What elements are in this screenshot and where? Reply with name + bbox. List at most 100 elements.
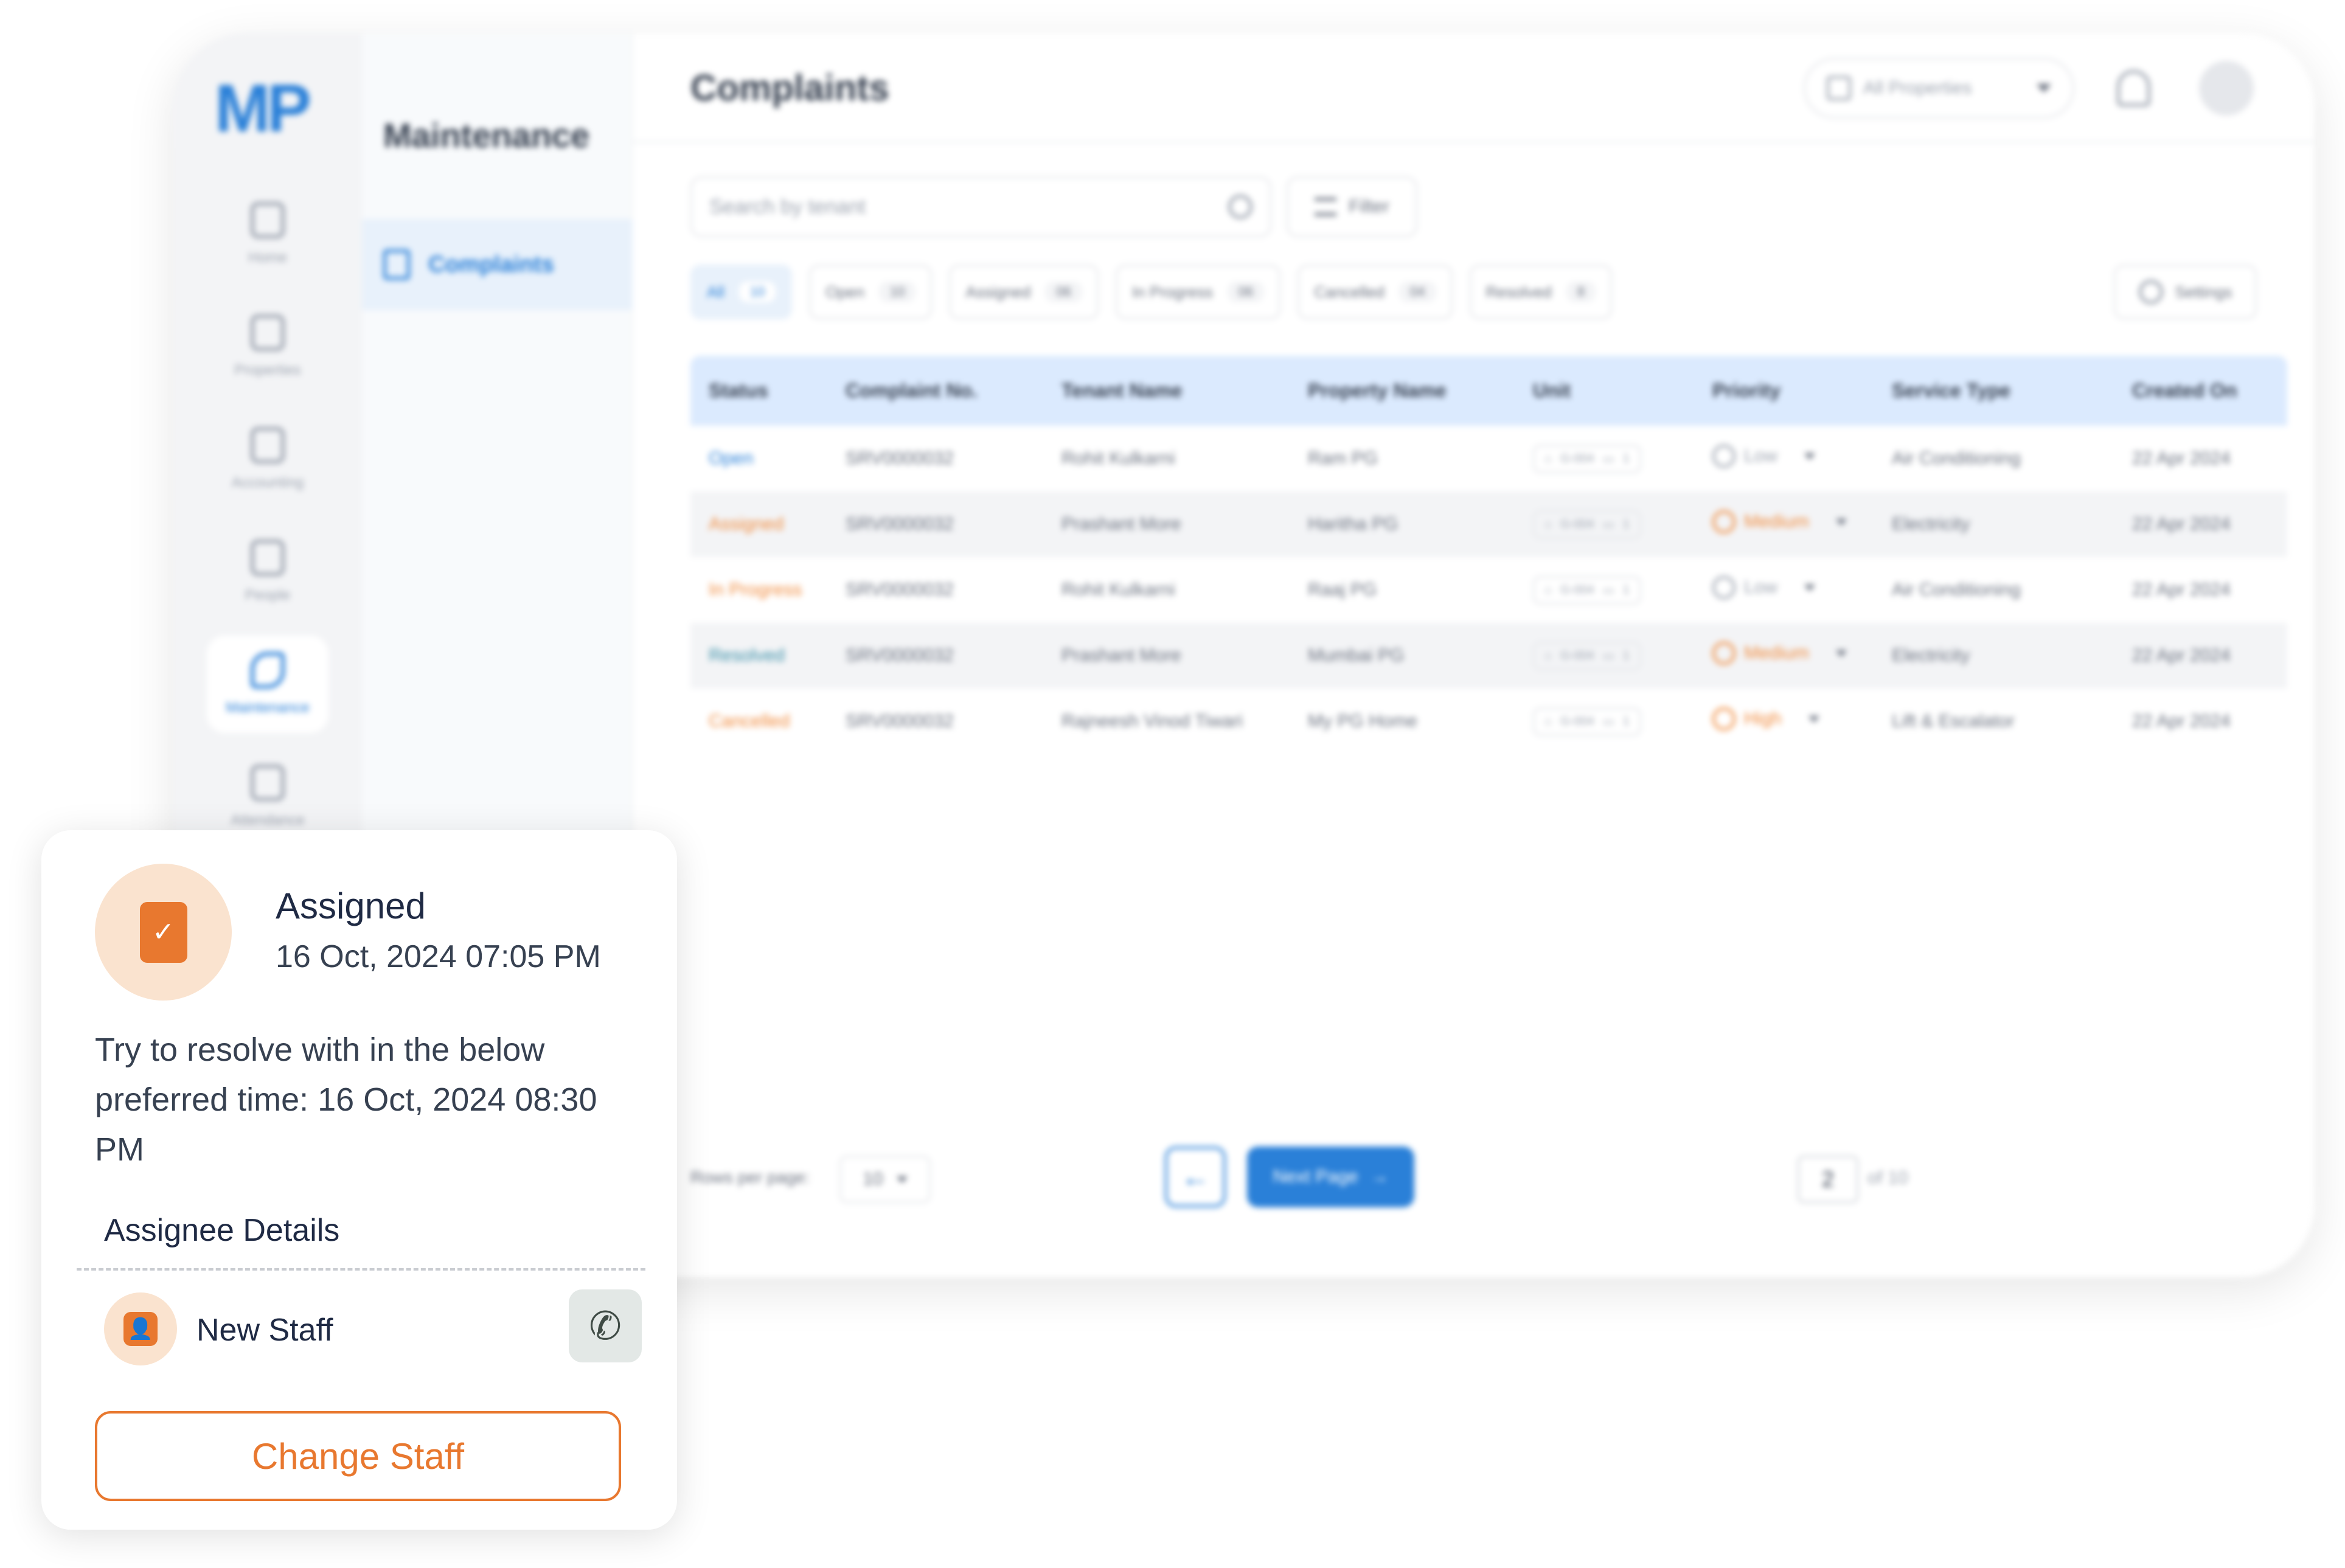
- column-header[interactable]: Unit: [1533, 380, 1712, 402]
- tab-label: Cancelled: [1314, 282, 1385, 301]
- unit-room: G-004: [1560, 583, 1594, 597]
- search-input[interactable]: Search by tenant: [690, 176, 1271, 237]
- priority-label: Medium: [1744, 643, 1809, 663]
- priority-icon: [1712, 642, 1735, 665]
- filter-button[interactable]: Filter: [1287, 176, 1417, 237]
- tenant-cell: Rajneesh Vinod Tiwari: [1061, 711, 1243, 731]
- rail-item-properties[interactable]: Properties: [207, 298, 328, 395]
- unit-bed: 1: [1622, 648, 1630, 662]
- avatar[interactable]: [2199, 61, 2254, 116]
- gear-icon: [2138, 280, 2163, 304]
- tab-label: In Progress: [1131, 282, 1213, 301]
- door-icon: ⌂: [1544, 714, 1552, 728]
- created-on-cell: 22 Apr 2024: [2132, 645, 2231, 665]
- unit-chip: ⌂ G-004 ▭ 1: [1533, 575, 1641, 605]
- status-title: Assigned: [276, 886, 426, 926]
- assignee-section-title: Assignee Details: [104, 1213, 340, 1248]
- tab-open[interactable]: Open 10: [809, 265, 933, 319]
- chevron-down-icon: [1835, 650, 1847, 657]
- created-on-cell: 22 Apr 2024: [2132, 711, 2231, 731]
- tab-assigned[interactable]: Assigned 06: [949, 265, 1099, 319]
- status-message: Try to resolve with in the below preferr…: [95, 1032, 597, 1168]
- table-row[interactable]: Resolved SRV0000032 Prashant More Mumbai PG…: [690, 623, 2287, 689]
- column-header[interactable]: Service Type: [1892, 380, 2132, 402]
- status-tabs: All 10 Open 10 Assigned 06 In Progress 06 Ca…: [690, 265, 1613, 319]
- table-row[interactable]: Assigned SRV0000032 Prashant More Haritha P…: [690, 491, 2287, 557]
- user-icon: 👤: [123, 1312, 158, 1346]
- rail-item-accounting[interactable]: Accounting: [207, 411, 328, 508]
- change-staff-button[interactable]: Change Staff: [95, 1411, 621, 1501]
- tenant-cell: Rohit Kulkarni: [1061, 448, 1175, 468]
- rows-per-page-label: Rows per page:: [690, 1168, 810, 1187]
- chevron-down-icon: [1835, 518, 1847, 526]
- door-icon: ⌂: [1544, 451, 1552, 465]
- created-on-cell: 22 Apr 2024: [2132, 448, 2231, 468]
- complaint-no-cell: SRV0000032: [846, 580, 954, 600]
- tab-label: Open: [825, 282, 864, 301]
- priority-cell[interactable]: Low: [1712, 576, 1892, 604]
- status-cell: In Progress: [709, 580, 802, 600]
- column-header[interactable]: Priority: [1712, 380, 1892, 402]
- call-button[interactable]: ✆: [569, 1289, 642, 1362]
- rail-item-home[interactable]: Home: [207, 186, 328, 283]
- property-select[interactable]: All Properties: [1804, 58, 2074, 119]
- unit-cell: ⌂ G-004 ▭ 1: [1533, 575, 1712, 605]
- property-cell: Haritha PG: [1308, 514, 1398, 534]
- table-row[interactable]: In Progress SRV0000032 Rohit Kulkarni Raaj …: [690, 557, 2287, 623]
- rows-per-page-value: 10: [863, 1169, 883, 1189]
- staff-name: New Staff: [196, 1313, 333, 1348]
- priority-cell[interactable]: Medium: [1712, 510, 1892, 538]
- settings-button[interactable]: Settings: [2114, 265, 2257, 319]
- search-placeholder: Search by tenant: [709, 195, 866, 218]
- rail-label: Home: [248, 249, 288, 266]
- bell-icon[interactable]: [2117, 70, 2150, 106]
- arrow-left-icon: ←: [1181, 1160, 1210, 1193]
- bed-icon: ▭: [1602, 715, 1614, 729]
- tab-cancelled[interactable]: Cancelled 04: [1298, 265, 1453, 319]
- column-header[interactable]: Property Name: [1308, 380, 1533, 402]
- bed-icon: ▭: [1602, 518, 1614, 532]
- table-row[interactable]: Cancelled SRV0000032 Rajneesh Vinod Tiwari…: [690, 689, 2287, 754]
- tab-all[interactable]: All 10: [690, 265, 793, 319]
- unit-chip: ⌂ G-004 ▭ 1: [1533, 510, 1641, 539]
- prev-page-button[interactable]: ←: [1165, 1147, 1226, 1207]
- unit-room: G-004: [1560, 714, 1594, 728]
- rail-item-people[interactable]: People: [207, 523, 328, 620]
- property-cell: Raaj PG: [1308, 580, 1377, 600]
- table-row[interactable]: Open SRV0000032 Rohit Kulkarni Ram PG ⌂ G-004…: [690, 426, 2287, 491]
- column-header[interactable]: Status: [709, 380, 846, 402]
- subnav-item-complaints[interactable]: Complaints: [362, 219, 633, 310]
- tab-in-progress[interactable]: In Progress 06: [1115, 265, 1281, 319]
- tab-label: All: [707, 282, 724, 301]
- tab-resolved[interactable]: Resolved 8: [1469, 265, 1613, 319]
- unit-room: G-004: [1560, 648, 1594, 662]
- rail-label: Maintenance: [226, 699, 310, 716]
- rows-per-page-select[interactable]: 10: [839, 1156, 931, 1203]
- next-page-button[interactable]: Next Page →: [1247, 1147, 1414, 1207]
- column-header[interactable]: Tenant Name: [1061, 380, 1308, 402]
- building-icon: [251, 314, 285, 351]
- priority-cell[interactable]: High: [1712, 707, 1892, 735]
- priority-cell[interactable]: Low: [1712, 445, 1892, 473]
- column-header[interactable]: Created On: [2132, 380, 2305, 402]
- chevron-down-icon: [1804, 584, 1816, 591]
- unit-bed: 1: [1622, 583, 1630, 597]
- rail-item-maintenance[interactable]: Maintenance: [207, 636, 328, 733]
- created-on-cell: 22 Apr 2024: [2132, 514, 2231, 534]
- priority-label: Low: [1744, 577, 1778, 597]
- calendar-icon: [251, 765, 285, 801]
- rail-label: Accounting: [231, 474, 304, 491]
- pagination: Rows per page: 10 ← Next Page → 2 of 10: [690, 1147, 2287, 1213]
- property-cell: Ram PG: [1308, 448, 1378, 468]
- service-type-cell: Electricity: [1892, 514, 1970, 534]
- column-header[interactable]: Complaint No.: [846, 380, 1061, 402]
- table-header: Status Complaint No. Tenant Name Propert…: [690, 356, 2287, 426]
- status-icon-circle: ✓: [95, 864, 232, 1001]
- wrench-icon: [251, 652, 285, 689]
- page-number-input[interactable]: 2: [1798, 1156, 1858, 1203]
- priority-label: High: [1744, 709, 1782, 729]
- chevron-down-icon: [1808, 715, 1819, 723]
- property-cell: Mumbai PG: [1308, 645, 1405, 665]
- priority-cell[interactable]: Medium: [1712, 642, 1892, 670]
- unit-cell: ⌂ G-004 ▭ 1: [1533, 510, 1712, 539]
